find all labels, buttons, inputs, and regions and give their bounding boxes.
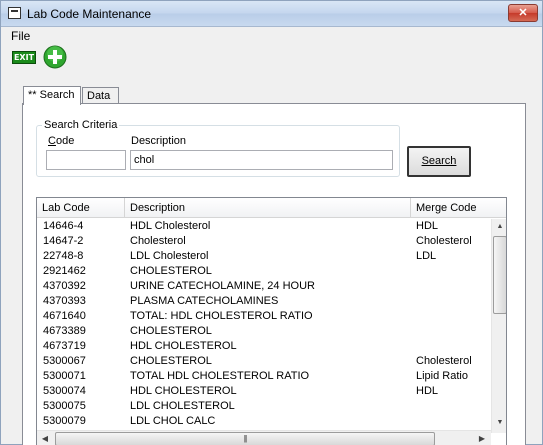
cell-lab-code: 14647-2	[43, 235, 84, 247]
horizontal-scroll-thumb[interactable]: |||	[55, 432, 435, 445]
table-row[interactable]: 4671640 TOTAL: HDL CHOLESTEROL RATIO	[37, 309, 492, 324]
table-row[interactable]: 4673719 HDL CHOLESTEROL	[37, 339, 492, 354]
cell-lab-code: 4671640	[43, 310, 86, 322]
add-icon[interactable]	[43, 45, 67, 69]
close-button[interactable]: ✕	[508, 4, 538, 22]
window-icon	[8, 7, 21, 19]
table-row[interactable]: 5300067 CHOLESTEROL Cholesterol	[37, 354, 492, 369]
search-criteria-label: Search Criteria	[42, 119, 120, 131]
cell-lab-code: 14646-4	[43, 220, 84, 232]
cell-description: PLASMA CATECHOLAMINES	[130, 295, 279, 307]
results-list[interactable]: Lab Code Description Merge Code 14646-4 H…	[36, 197, 507, 445]
title-bar: Lab Code Maintenance ✕	[1, 1, 542, 27]
toolbar: EXIT	[1, 45, 542, 71]
cell-lab-code: 5300079	[43, 415, 86, 427]
table-row[interactable]: 4370392 URINE CATECHOLAMINE, 24 HOUR	[37, 279, 492, 294]
description-label: Description	[131, 135, 187, 147]
menu-file[interactable]: File	[11, 29, 30, 43]
search-button[interactable]: Search	[407, 146, 471, 177]
vertical-scroll-thumb[interactable]	[493, 236, 506, 314]
table-row[interactable]: 14647-2 Cholesterol Cholesterol	[37, 234, 492, 249]
cell-description: CHOLESTEROL	[130, 355, 212, 367]
scroll-up-icon[interactable]: ▲	[492, 219, 506, 235]
table-row[interactable]: 22748-8 LDL Cholesterol LDL	[37, 249, 492, 264]
cell-lab-code: 4370393	[43, 295, 86, 307]
cell-description: TOTAL: HDL CHOLESTEROL RATIO	[130, 310, 313, 322]
cell-merge-code: Cholesterol	[416, 235, 472, 247]
cell-description: LDL CHOLESTEROL	[130, 400, 235, 412]
cell-description: CHOLESTEROL	[130, 265, 212, 277]
horizontal-scrollbar[interactable]: ◀ ||| ▶	[37, 430, 491, 445]
exit-icon[interactable]: EXIT	[12, 51, 36, 64]
cell-merge-code: Lipid Ratio	[416, 370, 468, 382]
scroll-left-icon[interactable]: ◀	[37, 431, 53, 445]
cell-lab-code: 5300075	[43, 400, 86, 412]
table-row[interactable]: 2921462 CHOLESTEROL	[37, 264, 492, 279]
cell-description: URINE CATECHOLAMINE, 24 HOUR	[130, 280, 315, 292]
window-title: Lab Code Maintenance	[27, 7, 152, 21]
search-button-label: Search	[421, 155, 457, 167]
tab-data[interactable]: Data	[82, 87, 119, 104]
table-row[interactable]: 14646-4 HDL Cholesterol HDL	[37, 219, 492, 234]
description-input[interactable]	[130, 150, 393, 170]
cell-description: LDL CHOL CALC	[130, 415, 216, 427]
cell-lab-code: 4370392	[43, 280, 86, 292]
table-row[interactable]: 4673389 CHOLESTEROL	[37, 324, 492, 339]
cell-lab-code: 4673389	[43, 325, 86, 337]
cell-merge-code: HDL	[416, 385, 439, 397]
table-row[interactable]: 4370393 PLASMA CATECHOLAMINES	[37, 294, 492, 309]
code-label: Code	[48, 135, 75, 147]
cell-lab-code: 5300071	[43, 370, 86, 382]
code-label-rest: ode	[55, 135, 75, 147]
cell-lab-code: 22748-8	[43, 250, 84, 262]
table-row[interactable]: 5300079 LDL CHOL CALC	[37, 414, 492, 429]
column-header-description[interactable]: Description	[125, 198, 411, 218]
cell-lab-code: 4673719	[43, 340, 86, 352]
table-row[interactable]: 5300071 TOTAL HDL CHOLESTEROL RATIO Lipid …	[37, 369, 492, 384]
results-header: Lab Code Description Merge Code	[37, 198, 506, 218]
cell-merge-code: LDL	[416, 250, 437, 262]
vertical-scrollbar[interactable]: ▲ ▼	[491, 219, 506, 433]
column-header-merge-code[interactable]: Merge Code	[411, 198, 491, 218]
code-input[interactable]	[46, 150, 126, 170]
main-window: Lab Code Maintenance ✕ File EXIT ** Sear…	[0, 0, 543, 445]
cell-description: HDL CHOLESTEROL	[130, 385, 237, 397]
cell-description: Cholesterol	[130, 235, 186, 247]
cell-lab-code: 5300067	[43, 355, 86, 367]
results-rows: 14646-4 HDL Cholesterol HDL 14647-2 Choleste…	[37, 219, 492, 429]
cell-description: HDL Cholesterol	[130, 220, 211, 232]
cell-lab-code: 2921462	[43, 265, 86, 277]
tab-search[interactable]: ** Search	[23, 86, 81, 105]
cell-description: TOTAL HDL CHOLESTEROL RATIO	[130, 370, 310, 382]
table-row[interactable]: 5300074 HDL CHOLESTEROL HDL	[37, 384, 492, 399]
table-row[interactable]: 5300075 LDL CHOLESTEROL	[37, 399, 492, 414]
cell-description: HDL CHOLESTEROL	[130, 340, 237, 352]
cell-description: LDL Cholesterol	[130, 250, 209, 262]
scroll-down-icon[interactable]: ▼	[492, 415, 506, 431]
scroll-right-icon[interactable]: ▶	[474, 431, 490, 445]
column-header-lab-code[interactable]: Lab Code	[37, 198, 125, 218]
cell-lab-code: 5300074	[43, 385, 86, 397]
cell-description: CHOLESTEROL	[130, 325, 212, 337]
cell-merge-code: HDL	[416, 220, 439, 232]
menu-bar: File	[1, 27, 542, 45]
cell-merge-code: Cholesterol	[416, 355, 472, 367]
